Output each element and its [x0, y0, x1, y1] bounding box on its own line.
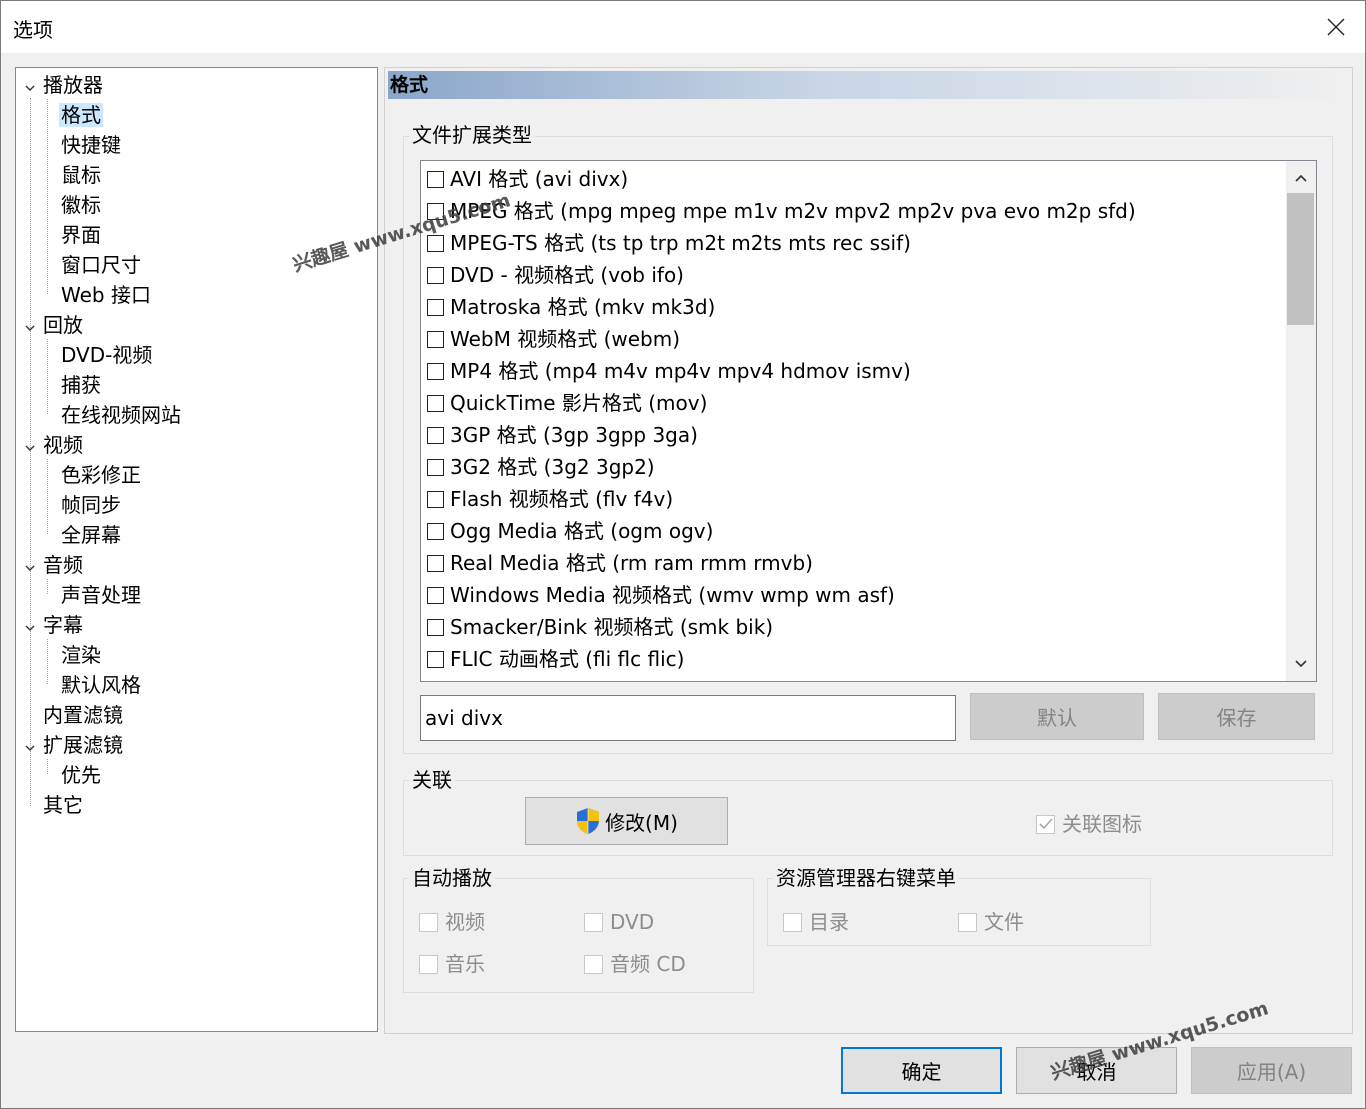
- ok-button[interactable]: 确定: [841, 1047, 1002, 1094]
- tree-item-playback[interactable]: 回放: [41, 311, 85, 339]
- tree-item-external-filters[interactable]: 扩展滤镜: [41, 731, 125, 759]
- tree-item-video[interactable]: 视频: [41, 431, 85, 459]
- assoc-icon-checkbox[interactable]: 关联图标: [1036, 811, 1142, 837]
- title-bar: 选项: [1, 1, 1365, 53]
- checkbox[interactable]: [427, 362, 444, 380]
- tree-item-rendering[interactable]: 渲染: [59, 641, 103, 669]
- checkbox[interactable]: [427, 458, 444, 476]
- tree-item-player[interactable]: 播放器: [41, 71, 105, 99]
- list-item[interactable]: Real Media 格式 (rm ram rmm rmvb): [427, 547, 813, 579]
- page-title: 格式: [388, 71, 1350, 99]
- extension-input[interactable]: [420, 695, 956, 741]
- chevron-down-icon[interactable]: [24, 439, 36, 451]
- close-button[interactable]: [1307, 1, 1365, 53]
- list-item[interactable]: Windows Media 视频格式 (wmv wmp wm asf): [427, 579, 895, 611]
- window-title: 选项: [13, 18, 53, 42]
- checkbox[interactable]: [427, 298, 444, 316]
- checkbox[interactable]: [427, 234, 444, 252]
- checkmark-icon: [1036, 814, 1055, 834]
- list-item[interactable]: Matroska 格式 (mkv mk3d): [427, 291, 715, 323]
- scroll-up-button[interactable]: [1286, 163, 1316, 193]
- close-icon: [1327, 18, 1345, 36]
- tree-item-subtitles[interactable]: 字幕: [41, 611, 85, 639]
- chevron-down-icon[interactable]: [24, 739, 36, 751]
- list-item[interactable]: 3GP 格式 (3gp 3gpp 3ga): [427, 419, 698, 451]
- checkbox[interactable]: [427, 266, 444, 284]
- list-item[interactable]: Flash 视频格式 (flv f4v): [427, 483, 673, 515]
- autoplay-group-label: 自动播放: [409, 866, 495, 890]
- save-button[interactable]: 保存: [1158, 693, 1315, 740]
- checkbox[interactable]: [427, 554, 444, 572]
- assoc-group-label: 关联: [409, 768, 455, 792]
- options-tree[interactable]: 播放器 格式 快捷键 鼠标 徽标 界面 窗口尺寸 Web 接口 回放 DVD-视…: [15, 67, 378, 1032]
- tree-item-web-interface[interactable]: Web 接口: [59, 281, 153, 309]
- tree-item-hotkeys[interactable]: 快捷键: [59, 131, 123, 159]
- tree-item-interface[interactable]: 界面: [59, 221, 103, 249]
- list-item[interactable]: Ogg Media 格式 (ogm ogv): [427, 515, 713, 547]
- default-button[interactable]: 默认: [970, 693, 1144, 740]
- tree-item-sound-processing[interactable]: 声音处理: [59, 581, 143, 609]
- list-item[interactable]: MPEG-TS 格式 (ts tp trp m2t m2ts mts rec s…: [427, 227, 911, 259]
- checkbox[interactable]: [427, 650, 444, 668]
- tree-item-frame-sync[interactable]: 帧同步: [59, 491, 123, 519]
- checkbox[interactable]: [427, 426, 444, 444]
- tree-item-fullscreen[interactable]: 全屏幕: [59, 521, 123, 549]
- list-item[interactable]: FLIC 动画格式 (fli flc flic): [427, 643, 684, 675]
- list-item[interactable]: 3G2 格式 (3g2 3gp2): [427, 451, 655, 483]
- explorer-dir-checkbox[interactable]: 目录: [783, 909, 849, 935]
- tree-item-online-video[interactable]: 在线视频网站: [59, 401, 183, 429]
- autoplay-music-checkbox[interactable]: 音乐: [419, 951, 485, 977]
- tree-item-logo[interactable]: 徽标: [59, 191, 103, 219]
- chevron-down-icon[interactable]: [24, 619, 36, 631]
- scroll-thumb[interactable]: [1287, 193, 1314, 325]
- tree-item-window-size[interactable]: 窗口尺寸: [59, 251, 143, 279]
- apply-button[interactable]: 应用(A): [1191, 1047, 1352, 1094]
- tree-item-formats[interactable]: 格式: [59, 101, 103, 129]
- list-item[interactable]: Smacker/Bink 视频格式 (smk bik): [427, 611, 773, 643]
- explorer-file-checkbox[interactable]: 文件: [958, 909, 1024, 935]
- autoplay-audio-cd-checkbox[interactable]: 音频 CD: [584, 951, 686, 977]
- list-item[interactable]: MP4 格式 (mp4 m4v mp4v mpv4 hdmov ismv): [427, 355, 911, 387]
- shield-icon: [577, 808, 600, 834]
- autoplay-dvd-checkbox[interactable]: DVD: [584, 909, 654, 935]
- tree-item-capture[interactable]: 捕获: [59, 371, 103, 399]
- checkbox[interactable]: [427, 618, 444, 636]
- checkbox[interactable]: [427, 586, 444, 604]
- autoplay-video-checkbox[interactable]: 视频: [419, 909, 485, 935]
- tree-item-audio[interactable]: 音频: [41, 551, 85, 579]
- tree-item-misc[interactable]: 其它: [41, 791, 85, 819]
- checkbox[interactable]: [427, 394, 444, 412]
- list-item[interactable]: WebM 视频格式 (webm): [427, 323, 680, 355]
- list-item[interactable]: DVD - 视频格式 (vob ifo): [427, 259, 684, 291]
- chevron-down-icon[interactable]: [24, 79, 36, 91]
- tree-item-internal-filters[interactable]: 内置滤镜: [41, 701, 125, 729]
- explorer-group-label: 资源管理器右键菜单: [773, 866, 959, 890]
- checkbox[interactable]: [427, 490, 444, 508]
- tree-item-priority[interactable]: 优先: [59, 761, 103, 789]
- checkbox[interactable]: [427, 522, 444, 540]
- list-item[interactable]: MPEG 格式 (mpg mpeg mpe m1v m2v mpv2 mp2v …: [427, 195, 1136, 227]
- list-scrollbar[interactable]: [1286, 161, 1316, 681]
- tree-item-mouse[interactable]: 鼠标: [59, 161, 103, 189]
- checkbox[interactable]: [427, 170, 444, 188]
- file-ext-group-label: 文件扩展类型: [409, 123, 535, 147]
- tree-item-dvd-video[interactable]: DVD-视频: [59, 341, 154, 369]
- modify-button[interactable]: 修改(M): [525, 797, 728, 845]
- chevron-down-icon[interactable]: [24, 559, 36, 571]
- list-item[interactable]: AVI 格式 (avi divx): [427, 163, 628, 195]
- chevron-down-icon: [1295, 660, 1307, 668]
- tree-item-color-correction[interactable]: 色彩修正: [59, 461, 143, 489]
- scroll-down-button[interactable]: [1286, 649, 1316, 679]
- chevron-down-icon[interactable]: [24, 319, 36, 331]
- tree-item-default-style[interactable]: 默认风格: [59, 671, 143, 699]
- format-list[interactable]: AVI 格式 (avi divx) MPEG 格式 (mpg mpeg mpe …: [420, 160, 1317, 682]
- list-item[interactable]: QuickTime 影片格式 (mov): [427, 387, 707, 419]
- checkbox[interactable]: [427, 330, 444, 348]
- chevron-up-icon: [1295, 174, 1307, 182]
